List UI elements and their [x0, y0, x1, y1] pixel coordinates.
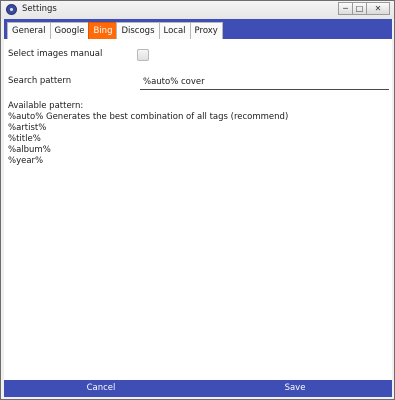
available-patterns: Available pattern: %auto% Generates the …: [8, 101, 288, 167]
pattern-item: %year%: [8, 156, 44, 166]
title-bar[interactable]: Settings ─ □ ✕: [1, 1, 394, 19]
pattern-item: %album%: [8, 145, 51, 155]
search-pattern-input[interactable]: [140, 74, 389, 90]
pattern-item: %auto% Generates the best combination of…: [8, 112, 289, 122]
app-icon: [6, 4, 17, 15]
bing-settings-panel: Select images manual Search pattern Avai…: [4, 39, 392, 380]
close-button[interactable]: ✕: [366, 2, 390, 15]
tab-bar: General Google Bing Discogs Local Proxy: [7, 22, 223, 39]
window-title: Settings: [22, 4, 57, 14]
minimize-button[interactable]: ─: [338, 2, 353, 15]
search-pattern-label: Search pattern: [8, 76, 72, 86]
pattern-item: %title%: [8, 134, 41, 144]
save-button[interactable]: Save: [198, 380, 392, 397]
tab-proxy[interactable]: Proxy: [189, 22, 223, 39]
tab-google[interactable]: Google: [49, 22, 90, 39]
settings-window: Settings ─ □ ✕ General Google Bing Disco…: [0, 0, 395, 400]
tab-discogs[interactable]: Discogs: [116, 22, 160, 39]
tab-general[interactable]: General: [7, 22, 51, 39]
available-pattern-title: Available pattern:: [8, 101, 84, 111]
pattern-item: %artist%: [8, 123, 47, 133]
tab-local[interactable]: Local: [158, 22, 191, 39]
select-images-manual-label: Select images manual: [8, 49, 103, 59]
maximize-button[interactable]: □: [352, 2, 367, 15]
cancel-button[interactable]: Cancel: [4, 380, 198, 397]
select-images-manual-checkbox[interactable]: [137, 49, 149, 61]
window-controls: ─ □ ✕: [338, 2, 390, 16]
tab-bing[interactable]: Bing: [88, 22, 118, 39]
footer-bar: Cancel Save: [4, 380, 392, 397]
